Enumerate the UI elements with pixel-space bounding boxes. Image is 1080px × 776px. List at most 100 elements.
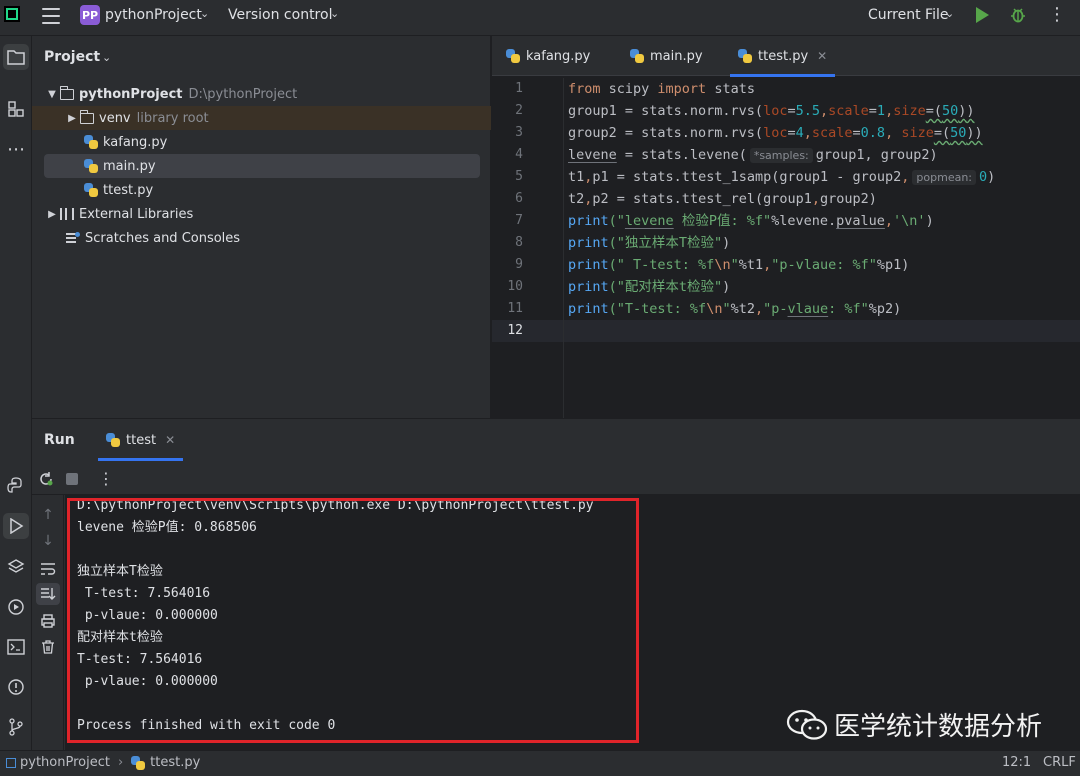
tree-item-ttest[interactable]: ttest.py (44, 178, 480, 202)
code-line: levene = stats.levene(*samples: group1, g… (568, 147, 938, 163)
tree-item-pythonproject[interactable]: ▼ pythonProject D:\pythonProject (44, 82, 480, 106)
tree-item-kafang[interactable]: kafang.py (44, 130, 480, 154)
python-file-icon (84, 183, 98, 197)
trash-icon[interactable] (40, 639, 56, 655)
services-icon[interactable] (3, 594, 29, 620)
line-number-current: 12 (507, 323, 523, 338)
console-line: T-test: 7.564016 (77, 586, 211, 601)
close-icon[interactable]: ✕ (165, 433, 175, 447)
python-file-icon (84, 135, 98, 149)
chevron-right-icon[interactable]: ▶ (44, 209, 60, 220)
chevron-right-icon[interactable]: ▶ (64, 113, 80, 124)
arrow-up-icon[interactable]: ↑ (40, 507, 56, 523)
arrow-down-icon[interactable]: ↓ (40, 533, 56, 549)
tree-item-scratches[interactable]: Scratches and Consoles (44, 226, 480, 250)
tree-item-hint: library root (136, 110, 209, 126)
wrap-icon[interactable] (40, 561, 56, 577)
python-file-icon (738, 49, 752, 63)
project-badge[interactable]: PP (80, 5, 100, 25)
console-line: 独立样本T检验 (77, 564, 163, 579)
line-number: 11 (507, 301, 523, 316)
scroll-to-end-icon (41, 588, 56, 600)
code-line: t1,p1 = stats.ttest_1samp(group1 - group… (568, 169, 996, 185)
code-editor[interactable]: kafang.py main.py ttest.py ✕ 1 2 3 4 5 6… (492, 36, 1080, 418)
python-console-icon[interactable] (3, 473, 29, 499)
more-tools-icon[interactable]: ⋯ (3, 136, 29, 162)
caret-position[interactable]: 12:1 (1002, 755, 1031, 770)
console-line: p-vlaue: 0.000000 (77, 674, 218, 689)
folder-icon (79, 109, 94, 124)
chevron-right-icon: › (117, 755, 124, 770)
chevron-down-icon[interactable]: ⌄ (945, 7, 954, 20)
line-number: 10 (507, 279, 523, 294)
code-line: group1 = stats.norm.rvs(loc=5.5,scale=1,… (568, 103, 975, 119)
more-icon[interactable]: ⋮ (1048, 6, 1066, 24)
rerun-icon[interactable] (38, 471, 54, 487)
breadcrumb: pythonProject › ttest.py (6, 755, 200, 770)
line-number: 8 (515, 235, 523, 250)
hamburger-icon[interactable] (42, 8, 60, 24)
tree-item-venv[interactable]: ▶ venv library root (32, 106, 491, 130)
breadcrumb-file[interactable]: ttest.py (150, 755, 200, 770)
console-line: levene 检验P值: 0.868506 (77, 520, 257, 535)
console-line: D:\pythonProject\venv\Scripts\python.exe… (77, 498, 594, 513)
project-selector[interactable]: pythonProject (105, 7, 202, 23)
run-toolbar: ⋮ (32, 463, 1080, 495)
line-number-gutter: 1 2 3 4 5 6 7 8 9 10 11 12 (492, 78, 564, 418)
run-tab-ttest[interactable]: ttest ✕ (98, 419, 184, 461)
chevron-down-icon[interactable]: ⌄ (200, 7, 209, 20)
tab-kafang[interactable]: kafang.py (506, 36, 590, 76)
run-icon[interactable] (976, 7, 989, 23)
layers-icon[interactable] (3, 554, 29, 580)
version-control-menu[interactable]: Version control (228, 7, 332, 23)
line-number: 2 (515, 103, 523, 118)
chevron-down-icon[interactable]: ▼ (44, 89, 60, 100)
project-panel: Project ⌄ ▼ pythonProject D:\pythonProje… (32, 36, 491, 418)
run-configuration-selector[interactable]: Current File (868, 7, 948, 23)
project-tool-icon[interactable] (3, 44, 29, 70)
chevron-down-icon[interactable]: ⌄ (330, 7, 339, 20)
stop-icon[interactable] (66, 473, 78, 485)
run-tool-icon[interactable] (3, 513, 29, 539)
print-icon[interactable] (40, 613, 56, 629)
debug-icon[interactable] (1010, 7, 1026, 23)
tab-label: main.py (650, 48, 703, 64)
watermark-text: 医学统计数据分析 (834, 712, 1043, 742)
python-file-icon (106, 433, 120, 447)
line-number: 4 (515, 147, 523, 162)
run-tab-label: ttest (126, 432, 157, 448)
python-file-icon (630, 49, 644, 63)
tab-ttest[interactable]: ttest.py ✕ (730, 36, 836, 77)
breadcrumb-project[interactable]: pythonProject (20, 755, 110, 770)
line-number: 9 (515, 257, 523, 272)
tab-label: ttest.py (758, 48, 809, 64)
run-side-toolbar: ↑ ↓ (32, 495, 64, 751)
tree-item-label: kafang.py (103, 134, 168, 150)
status-bar: pythonProject › ttest.py 12:1 CRLF (0, 750, 1080, 776)
line-number: 7 (515, 213, 523, 228)
tab-main[interactable]: main.py (630, 36, 703, 76)
terminal-icon[interactable] (3, 634, 29, 660)
chevron-down-icon[interactable]: ⌄ (102, 51, 111, 64)
tree-item-external-libraries[interactable]: ▶ External Libraries (44, 202, 480, 226)
more-icon[interactable]: ⋮ (98, 471, 114, 487)
console-line: T-test: 7.564016 (77, 652, 203, 667)
python-file-icon (506, 49, 520, 63)
inlay-hint: *samples: (749, 148, 813, 163)
line-separator[interactable]: CRLF (1043, 755, 1076, 770)
scroll-to-end-button[interactable] (36, 583, 60, 605)
module-icon (6, 757, 16, 768)
close-icon[interactable]: ✕ (817, 49, 827, 63)
git-icon[interactable] (3, 714, 29, 740)
tree-item-label: main.py (103, 158, 156, 174)
structure-tool-icon[interactable] (3, 96, 29, 122)
app-logo-icon[interactable] (4, 6, 20, 22)
code-line: print("独立样本T检验") (568, 235, 731, 251)
project-panel-title[interactable]: Project (44, 49, 100, 65)
python-file-icon (131, 755, 146, 770)
tree-item-main[interactable]: main.py (44, 154, 480, 178)
line-number: 6 (515, 191, 523, 206)
code-line: print("levene 检验P值: %f"%levene.pvalue,'\… (568, 213, 934, 229)
code-line: group2 = stats.norm.rvs(loc=4,scale=0.8,… (568, 125, 983, 141)
problems-icon[interactable] (3, 674, 29, 700)
